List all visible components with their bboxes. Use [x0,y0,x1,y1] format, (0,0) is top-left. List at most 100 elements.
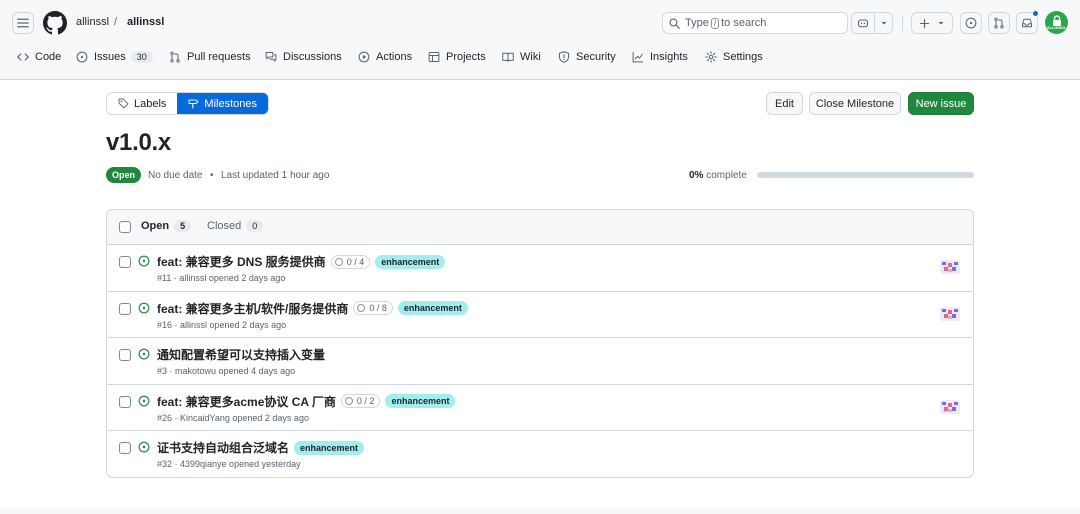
search-icon [669,17,680,29]
git-pull-request-icon [994,17,1004,29]
task-progress-badge[interactable]: 0 / 4 [330,254,371,269]
progress-suffix: complete [706,170,747,181]
nav-tab-code[interactable]: Code [17,46,61,68]
labels-button[interactable]: Labels [107,93,178,114]
nav-tab-discussions[interactable]: Discussions [265,46,342,68]
issue-title-link[interactable]: feat: 兼容更多主机/软件/服务提供商 [157,300,348,317]
assignee-avatar[interactable] [940,260,960,274]
nav-label-projects: Projects [446,51,486,63]
nav-label-settings: Settings [723,51,763,63]
issue-title-link[interactable]: feat: 兼容更多 DNS 服务提供商 [157,253,326,270]
nav-tab-actions[interactable]: Actions [358,46,412,68]
chevron-down-icon [881,22,886,25]
issue-opened-icon [138,255,150,267]
issue-opened-icon [138,348,150,360]
nav-label-pull-requests: Pull requests [187,51,251,63]
milestone-progress-bar [757,172,974,178]
task-progress-badge[interactable]: 0 / 2 [340,394,381,408]
nav-tab-settings[interactable]: Settings [705,46,763,68]
label-enhancement[interactable]: enhancement [375,254,446,269]
open-issues-tab[interactable]: Open 5 [141,220,192,232]
issue-row: feat: 兼容更多acme协议 CA 厂商 0 / 2 enhancement… [107,385,973,431]
table-icon [428,52,440,62]
assignee-avatar[interactable] [940,306,960,321]
issue-checkbox[interactable] [119,442,131,454]
issue-checkbox[interactable] [119,256,131,268]
breadcrumb-owner[interactable]: allinssl [76,16,109,28]
nav-label-issues: Issues [94,51,126,63]
create-new-button[interactable] [911,12,953,34]
user-avatar[interactable]: ALLINSSL [1045,11,1068,34]
nav-tab-projects[interactable]: Projects [428,46,486,68]
avatar-text: ALLINSSL [1046,25,1067,30]
page-footer-edge [0,508,1080,514]
play-icon [358,51,370,63]
assignee-avatar[interactable] [940,399,960,414]
label-enhancement[interactable]: enhancement [385,394,456,408]
issue-meta: #3 · makotowu opened 4 days ago [157,366,296,376]
graph-icon [632,52,643,63]
nav-tab-security[interactable]: Security [558,46,616,68]
notification-indicator [1032,10,1039,17]
nav-label-security: Security [576,51,616,63]
meta-separator: • [210,170,214,181]
nav-tab-insights[interactable]: Insights [632,46,688,68]
new-issue-button[interactable]: New issue [908,92,974,115]
closed-issues-tab[interactable]: Closed 0 [207,220,264,232]
inbox-icon [1022,18,1032,28]
pull-requests-header-button[interactable] [988,12,1010,34]
task-progress-text: 0 / 8 [369,303,387,313]
copilot-icon [857,19,868,28]
select-all-checkbox[interactable] [119,221,131,233]
nav-label-actions: Actions [376,51,413,63]
issue-checkbox[interactable] [119,395,131,408]
issue-opened-icon [138,302,150,313]
issue-title-link[interactable]: feat: 兼容更多acme协议 CA 厂商 [157,393,336,410]
search-input[interactable]: Type / to search [662,12,848,34]
task-progress-badge[interactable]: 0 / 8 [353,301,393,315]
nav-tab-issues[interactable]: Issues 30 [76,46,153,68]
search-prefix: Type [685,17,709,29]
close-milestone-button[interactable]: Close Milestone [809,92,901,115]
issues-header-button[interactable] [960,12,982,34]
labels-milestones-toggle: Labels Milestones [106,92,269,115]
issue-opened-icon [76,51,88,63]
git-pull-request-icon [170,51,180,63]
issue-meta: #26 · KincaidYang opened 2 days ago [157,412,309,423]
issue-list: Open 5 Closed 0 feat: 兼容更多 DNS 服务提供商 0 /… [106,209,974,478]
comment-discussion-icon [265,52,277,62]
label-enhancement[interactable]: enhancement [397,301,468,315]
search-shortcut-key: / [710,17,720,29]
issue-checkbox[interactable] [119,349,131,361]
closed-count: 0 [246,220,264,232]
milestones-button[interactable]: Milestones [177,93,268,114]
milestone-last-updated: Last updated 1 hour ago [221,170,330,181]
issue-title-link[interactable]: 证书支持自动组合泛域名 [157,439,289,456]
closed-tab-label: Closed [207,220,242,232]
copilot-button[interactable] [851,12,893,34]
github-logo-icon[interactable] [43,11,67,35]
identicon [940,306,960,321]
issue-title-link[interactable]: 通知配置希望可以支持插入变量 [157,346,325,363]
identicon [940,399,960,414]
milestone-state-badge: Open [106,167,142,183]
menu-button[interactable] [12,12,34,34]
code-icon [17,53,29,61]
milestone-icon [188,99,199,109]
issue-meta: #11 · allinssl opened 2 days ago [157,273,286,283]
nav-tab-wiki[interactable]: Wiki [502,46,541,68]
open-count: 5 [174,220,192,232]
nav-label-insights: Insights [650,51,688,63]
breadcrumb-repo[interactable]: allinssl [127,16,164,28]
issue-list-header: Open 5 Closed 0 [107,210,973,245]
issue-row: 通知配置希望可以支持插入变量 #3 · makotowu opened 4 da… [107,338,973,385]
book-icon [502,52,514,62]
breadcrumb-separator: / [114,16,118,28]
nav-label-code: Code [35,51,62,63]
issue-checkbox[interactable] [119,302,131,315]
label-enhancement[interactable]: enhancement [294,440,365,455]
issue-meta: #32 · 4399qianye opened yesterday [157,459,301,469]
edit-button[interactable]: Edit [766,92,803,115]
plus-icon [919,18,930,28]
nav-tab-pull-requests[interactable]: Pull requests [169,46,251,68]
